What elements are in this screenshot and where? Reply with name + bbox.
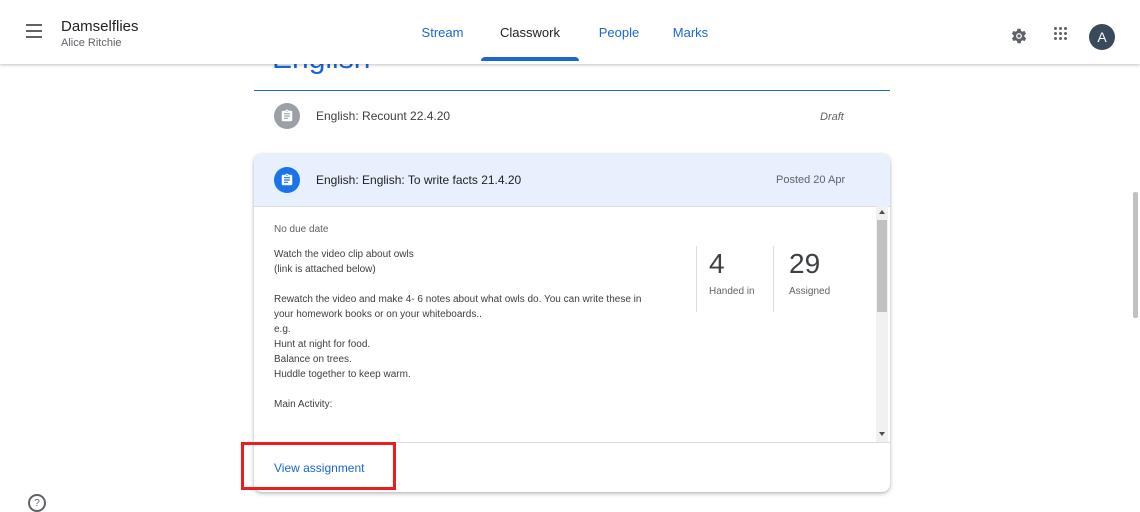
item-title: English: Recount 22.4.20 <box>316 109 451 123</box>
description-line: your homework books or on your whiteboar… <box>274 309 482 320</box>
tab-classwork[interactable]: Classwork <box>481 0 579 64</box>
scroll-up-icon[interactable] <box>879 210 885 214</box>
assignment-body: No due date Watch the video clip about o… <box>254 206 890 442</box>
assigned-count: 29 <box>789 248 821 279</box>
posted-date: Posted 20 Apr <box>776 174 846 186</box>
classwork-item-draft[interactable]: English: Recount 22.4.20 Draft <box>254 92 890 138</box>
scroll-down-icon[interactable] <box>879 432 885 436</box>
class-name[interactable]: Damselflies <box>61 18 139 35</box>
top-app-bar: Damselflies Alice Ritchie Stream Classwo… <box>0 0 1140 64</box>
description-line <box>274 382 641 397</box>
assigned-stat[interactable]: 29 Assigned <box>774 246 854 312</box>
description-line: e.g. <box>274 324 291 335</box>
description-line: Rewatch the video and make 4- 6 notes ab… <box>274 294 642 305</box>
draft-status: Draft <box>820 111 844 123</box>
avatar[interactable]: A <box>1089 24 1115 50</box>
description-line: Huddle together to keep warm. <box>274 369 411 380</box>
description-line: Balance on trees. <box>274 354 352 365</box>
description-line: Watch the video clip about owls <box>274 249 414 260</box>
topic-divider <box>254 90 890 91</box>
description-scrollbar[interactable] <box>876 206 888 442</box>
page-scrollbar[interactable] <box>1133 192 1138 318</box>
tab-bar: Stream Classwork People Marks <box>404 0 722 64</box>
tab-marks[interactable]: Marks <box>659 0 722 64</box>
description-line: Main Activity: <box>274 399 333 410</box>
menu-icon[interactable] <box>26 24 42 38</box>
tab-people[interactable]: People <box>579 0 659 64</box>
due-date: No due date <box>274 224 329 235</box>
apps-grid-icon[interactable] <box>1054 27 1068 41</box>
assignment-icon <box>274 103 300 129</box>
assignment-card-header[interactable]: English: English: To write facts 21.4.20… <box>254 154 890 207</box>
scrollbar-thumb[interactable] <box>877 220 887 312</box>
handed-in-count: 4 <box>709 248 725 279</box>
assignment-icon <box>274 167 300 193</box>
teacher-name: Alice Ritchie <box>61 37 122 49</box>
handed-in-label: Handed in <box>709 286 755 297</box>
assignment-description: No due date Watch the video clip about o… <box>274 222 641 412</box>
description-line: (link is attached below) <box>274 264 376 275</box>
help-icon[interactable]: ? <box>28 494 46 512</box>
highlight-box <box>241 442 396 490</box>
tab-stream[interactable]: Stream <box>404 0 481 64</box>
assigned-label: Assigned <box>789 286 831 297</box>
gear-icon[interactable] <box>1009 26 1029 46</box>
handed-in-stat[interactable]: 4 Handed in <box>697 246 773 312</box>
assignment-title: English: English: To write facts 21.4.20 <box>316 173 522 187</box>
description-line <box>274 277 641 292</box>
description-line: Hunt at night for food. <box>274 339 371 350</box>
